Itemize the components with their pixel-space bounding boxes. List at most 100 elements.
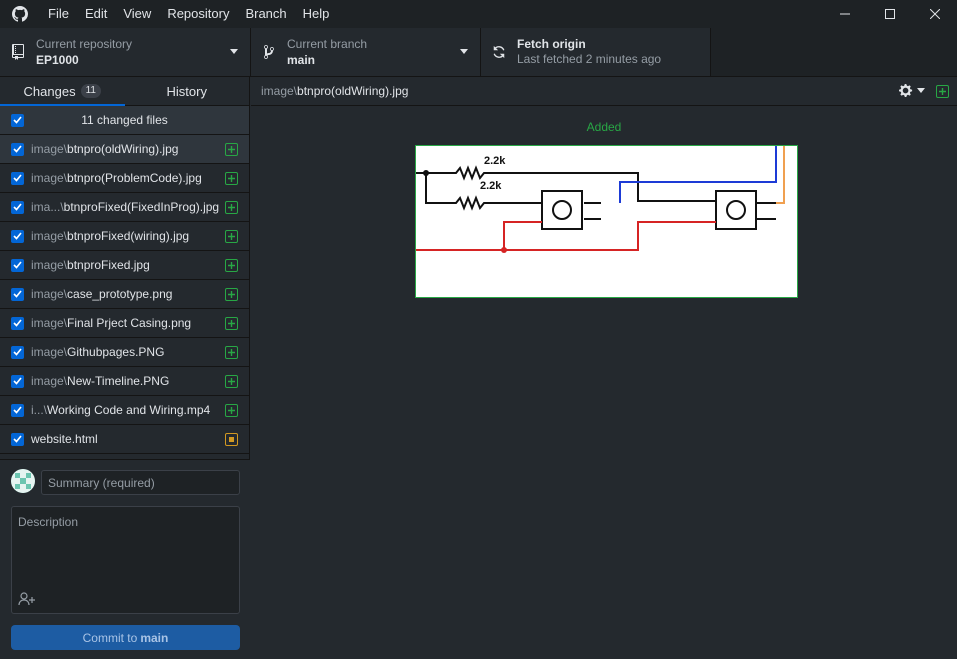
file-checkbox[interactable] xyxy=(11,200,24,214)
current-repository-button[interactable]: Current repository EP1000 xyxy=(0,28,251,76)
file-checkbox[interactable] xyxy=(11,258,24,272)
tab-changes[interactable]: Changes 11 xyxy=(0,77,125,106)
file-checkbox[interactable] xyxy=(11,345,24,359)
title-bar: File Edit View Repository Branch Help xyxy=(0,0,957,28)
file-checkbox[interactable] xyxy=(11,403,24,417)
file-name: website.html xyxy=(31,432,98,446)
check-icon xyxy=(13,435,22,443)
settings-dropdown-icon xyxy=(917,88,925,93)
file-checkbox[interactable] xyxy=(11,287,24,301)
check-icon xyxy=(13,145,22,153)
file-basename: btnpro(oldWiring).jpg xyxy=(67,142,179,156)
fetch-origin-button[interactable]: Fetch origin Last fetched 2 minutes ago xyxy=(481,28,711,76)
file-row[interactable]: image\New-Timeline.PNG xyxy=(0,367,249,396)
file-directory: image\ xyxy=(31,142,68,156)
branch-name: main xyxy=(287,52,316,67)
menu-repository[interactable]: Repository xyxy=(159,0,237,28)
repo-label: Current repository xyxy=(36,36,133,51)
file-row[interactable]: image\Final Prject Casing.png xyxy=(0,309,249,338)
check-icon xyxy=(13,232,22,240)
fetch-timestamp: Last fetched 2 minutes ago xyxy=(517,52,662,66)
window-controls xyxy=(822,0,957,28)
check-icon xyxy=(13,319,22,327)
check-icon xyxy=(13,261,22,269)
file-checkbox[interactable] xyxy=(11,432,24,446)
file-basename: Working Code and Wiring.mp4 xyxy=(47,403,211,417)
file-row[interactable]: image\Githubpages.PNG xyxy=(0,338,249,367)
changes-sidebar: Changes 11 History 11 changed files imag… xyxy=(0,77,250,659)
close-button[interactable] xyxy=(912,0,957,28)
file-basename: btnpro(ProblemCode).jpg xyxy=(67,171,202,185)
diff-settings-button[interactable] xyxy=(899,83,925,98)
commit-button[interactable]: Commit to main xyxy=(11,625,240,650)
file-checkbox[interactable] xyxy=(11,229,24,243)
resistor-label-1: 2.2k xyxy=(484,155,506,167)
file-row[interactable]: ima...\btnproFixed(FixedInProg).jpg xyxy=(0,193,249,222)
files-header: 11 changed files xyxy=(0,106,249,135)
file-basename: btnproFixed.jpg xyxy=(67,258,150,272)
minimize-button[interactable] xyxy=(822,0,867,28)
changes-count-badge: 11 xyxy=(80,84,101,98)
file-added-icon xyxy=(225,317,238,330)
add-coauthor-button[interactable] xyxy=(17,591,37,607)
file-added-icon xyxy=(225,288,238,301)
file-checkbox[interactable] xyxy=(11,171,24,185)
file-name: image\btnpro(oldWiring).jpg xyxy=(31,142,178,156)
maximize-button[interactable] xyxy=(867,0,912,28)
file-checkbox[interactable] xyxy=(11,142,24,156)
file-directory: image\ xyxy=(31,229,68,243)
summary-input[interactable] xyxy=(41,470,240,495)
file-row[interactable]: image\btnpro(ProblemCode).jpg xyxy=(0,164,249,193)
file-added-icon xyxy=(225,404,238,417)
menu-help[interactable]: Help xyxy=(295,0,338,28)
file-directory: image\ xyxy=(31,345,68,359)
tab-history[interactable]: History xyxy=(125,77,250,105)
path-directory: image\ xyxy=(261,84,298,98)
commit-button-branch: main xyxy=(140,630,169,645)
file-row[interactable]: i...\Working Code and Wiring.mp4 xyxy=(0,396,249,425)
close-icon xyxy=(929,9,940,19)
diff-view: image\ btnpro(oldWiring).jpg Added 2.2k … xyxy=(251,77,957,659)
file-row[interactable]: website.html xyxy=(0,425,249,454)
file-added-icon xyxy=(225,259,238,272)
check-icon xyxy=(13,116,22,124)
file-directory: image\ xyxy=(31,171,68,185)
branch-icon xyxy=(251,44,287,60)
file-added-icon xyxy=(225,230,238,243)
file-basename: btnproFixed(FixedInProg).jpg xyxy=(63,200,220,214)
file-name: image\btnproFixed.jpg xyxy=(31,258,150,272)
check-icon xyxy=(13,348,22,356)
file-row[interactable]: image\btnpro(oldWiring).jpg xyxy=(0,135,249,164)
file-name: i...\Working Code and Wiring.mp4 xyxy=(31,403,210,417)
branch-label: Current branch xyxy=(287,36,368,51)
file-added-icon xyxy=(225,201,238,214)
file-checkbox[interactable] xyxy=(11,374,24,388)
file-name: image\btnproFixed(wiring).jpg xyxy=(31,229,189,243)
file-basename: case_prototype.png xyxy=(67,287,173,301)
file-modified-icon xyxy=(225,433,238,446)
file-name: ima...\btnproFixed(FixedInProg).jpg xyxy=(31,200,219,214)
menu-file[interactable]: File xyxy=(40,0,77,28)
file-added-icon xyxy=(225,143,238,156)
file-directory: image\ xyxy=(31,316,68,330)
menu-edit[interactable]: Edit xyxy=(77,0,115,28)
toolbar: Current repository EP1000 Current branch… xyxy=(0,28,957,77)
file-directory: image\ xyxy=(31,258,68,272)
diff-status-label: Added xyxy=(586,120,622,134)
file-directory: ima...\ xyxy=(31,200,64,214)
check-icon xyxy=(13,406,22,414)
description-input[interactable] xyxy=(12,507,239,587)
image-preview: 2.2k 2.2k xyxy=(415,145,798,298)
tab-changes-label: Changes xyxy=(23,83,76,99)
file-row[interactable]: image\btnproFixed.jpg xyxy=(0,251,249,280)
menu-view[interactable]: View xyxy=(115,0,159,28)
menu-branch[interactable]: Branch xyxy=(237,0,294,28)
file-row[interactable]: image\btnproFixed(wiring).jpg xyxy=(0,222,249,251)
add-person-icon xyxy=(18,592,35,606)
current-branch-button[interactable]: Current branch main xyxy=(251,28,481,76)
file-row[interactable]: image\case_prototype.png xyxy=(0,280,249,309)
sidebar-tabs: Changes 11 History xyxy=(0,77,249,106)
file-checkbox[interactable] xyxy=(11,316,24,330)
select-all-checkbox[interactable] xyxy=(11,113,24,127)
avatar xyxy=(11,469,35,493)
